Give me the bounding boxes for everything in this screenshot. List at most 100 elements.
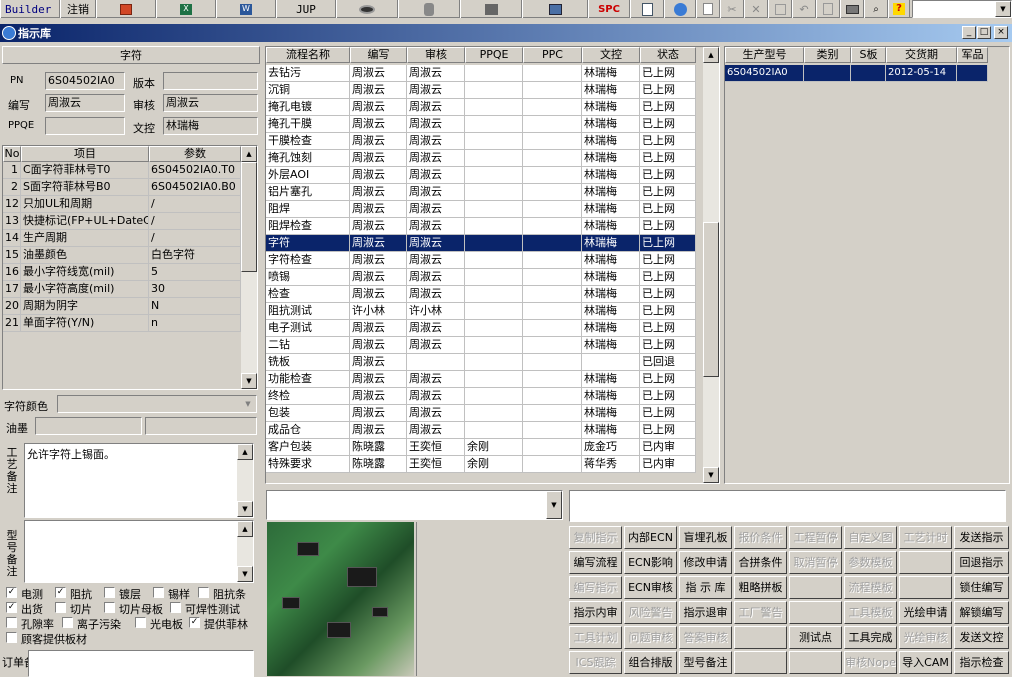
params-cell-no[interactable]: 20 <box>3 298 21 315</box>
scroll-down-icon[interactable]: ▼ <box>241 373 257 389</box>
params-cell-no[interactable]: 1 <box>3 162 21 179</box>
action-button[interactable]: 解锁编写 <box>954 601 1009 624</box>
jup-button[interactable]: JUP <box>276 0 336 18</box>
params-cell-item[interactable]: 只加UL和周期 <box>21 196 149 213</box>
params-cell-no[interactable]: 13 <box>3 213 21 230</box>
action-button[interactable]: 工具计划 <box>569 626 622 649</box>
params-cell-no[interactable]: 15 <box>3 247 21 264</box>
action-button[interactable]: ECN审核 <box>624 576 677 599</box>
action-button[interactable] <box>899 576 952 599</box>
memo-input[interactable] <box>569 490 1006 522</box>
action-button[interactable]: 审核Nope <box>844 651 897 674</box>
action-button[interactable]: 盲埋孔板 <box>679 526 732 549</box>
process-row[interactable]: 检查 周淑云 周淑云 林瑞梅 已上网 <box>266 286 696 303</box>
action-button[interactable]: 回退指示 <box>954 551 1009 574</box>
action-button[interactable] <box>899 551 952 574</box>
scroll-thumb[interactable] <box>241 162 257 272</box>
database-button[interactable] <box>398 0 460 18</box>
save-button[interactable] <box>768 0 792 18</box>
preview-button[interactable] <box>816 0 840 18</box>
action-button[interactable]: 导入CAM <box>899 651 952 674</box>
params-cell-param[interactable]: 30 <box>149 281 241 298</box>
minimize-button[interactable]: _ <box>962 26 976 39</box>
ppqe-field[interactable] <box>45 117 125 135</box>
action-button[interactable] <box>734 626 787 649</box>
scroll-down-icon[interactable]: ▼ <box>237 501 253 517</box>
params-cell-param[interactable]: 6S04502IA0.T0 <box>149 162 241 179</box>
undo-button[interactable]: ↶ <box>792 0 816 18</box>
network-button[interactable] <box>460 0 522 18</box>
action-button[interactable]: 指示内审 <box>569 601 622 624</box>
process-row[interactable]: 掩孔蚀刻 周淑云 周淑云 林瑞梅 已上网 <box>266 150 696 167</box>
action-button[interactable]: 答案审核 <box>679 626 732 649</box>
action-button[interactable]: 复制指示 <box>569 526 622 549</box>
char-color-select[interactable] <box>57 395 257 413</box>
process-row[interactable]: 干膜检查 周淑云 周淑云 林瑞梅 已上网 <box>266 133 696 150</box>
process-row[interactable]: 终检 周淑云 周淑云 林瑞梅 已上网 <box>266 388 696 405</box>
action-button[interactable]: ECN影响 <box>624 551 677 574</box>
action-button[interactable]: 内部ECN <box>624 526 677 549</box>
process-row[interactable]: 包装 周淑云 周淑云 林瑞梅 已上网 <box>266 405 696 422</box>
excel-button[interactable]: X <box>156 0 216 18</box>
params-cell-item[interactable]: 最小字符线宽(mil) <box>21 264 149 281</box>
params-cell-item[interactable]: S面字符菲林号B0 <box>21 179 149 196</box>
spc-button[interactable]: SPC <box>588 0 630 18</box>
checkbox[interactable] <box>198 587 209 598</box>
params-cell-no[interactable]: 21 <box>3 315 21 332</box>
action-button[interactable] <box>789 601 842 624</box>
checkbox[interactable] <box>104 602 115 613</box>
eye-button[interactable] <box>336 0 398 18</box>
checkbox[interactable] <box>6 617 17 628</box>
params-cell-item[interactable]: C面字符菲林号T0 <box>21 162 149 179</box>
cut-button[interactable]: ✂ <box>720 0 744 18</box>
ink-field-1[interactable] <box>35 417 142 435</box>
action-button[interactable]: 参数模板 <box>844 551 897 574</box>
action-button[interactable]: 工具模板 <box>844 601 897 624</box>
order-note-area[interactable] <box>28 650 254 677</box>
action-button[interactable]: 修改申请 <box>679 551 732 574</box>
print-button[interactable] <box>840 0 864 18</box>
close-button[interactable]: × <box>994 26 1008 39</box>
action-button[interactable]: 风险警告 <box>624 601 677 624</box>
process-row[interactable]: 阻抗测试 许小林 许小林 林瑞梅 已上网 <box>266 303 696 320</box>
params-cell-param[interactable]: / <box>149 213 241 230</box>
action-button[interactable]: 指 示 库 <box>679 576 732 599</box>
action-button[interactable]: 型号备注 <box>679 651 732 674</box>
checkbox[interactable] <box>170 602 181 613</box>
word-button[interactable]: W <box>216 0 276 18</box>
toolbar-dropdown[interactable]: ▼ <box>912 0 1012 18</box>
checkbox[interactable] <box>62 617 73 628</box>
process-row[interactable]: 电子测试 周淑云 周淑云 林瑞梅 已上网 <box>266 320 696 337</box>
process-row[interactable]: 功能检查 周淑云 周淑云 林瑞梅 已上网 <box>266 371 696 388</box>
ie-button[interactable] <box>664 0 696 18</box>
process-row[interactable]: 铝片塞孔 周淑云 周淑云 林瑞梅 已上网 <box>266 184 696 201</box>
process-row[interactable]: 成品仓 周淑云 周淑云 林瑞梅 已上网 <box>266 422 696 439</box>
delete-button[interactable]: ✕ <box>744 0 768 18</box>
action-button[interactable]: 指示退审 <box>679 601 732 624</box>
params-cell-no[interactable]: 16 <box>3 264 21 281</box>
checkbox[interactable] <box>55 602 66 613</box>
process-row[interactable]: 沉铜 周淑云 周淑云 林瑞梅 已上网 <box>266 82 696 99</box>
params-cell-param[interactable]: 6S04502IA0.B0 <box>149 179 241 196</box>
action-button[interactable]: 工艺计时 <box>899 526 952 549</box>
process-row[interactable]: 掩孔干膜 周淑云 周淑云 林瑞梅 已上网 <box>266 116 696 133</box>
action-button[interactable]: 光绘申请 <box>899 601 952 624</box>
action-button[interactable]: 工具完成 <box>844 626 897 649</box>
maximize-button[interactable]: □ <box>977 26 991 39</box>
process-row[interactable]: 字符检查 周淑云 周淑云 林瑞梅 已上网 <box>266 252 696 269</box>
action-button[interactable]: 合拼条件 <box>734 551 787 574</box>
scroll-down-icon[interactable]: ▼ <box>237 566 253 582</box>
process-row[interactable]: 阻焊 周淑云 周淑云 林瑞梅 已上网 <box>266 201 696 218</box>
checkbox[interactable]: ✓ <box>6 602 17 613</box>
help-button[interactable]: ? <box>888 0 910 18</box>
action-button[interactable]: 发送文控 <box>954 626 1009 649</box>
find-button[interactable]: ⌕ <box>864 0 888 18</box>
params-cell-item[interactable]: 油墨颜色 <box>21 247 149 264</box>
checkbox[interactable] <box>135 617 146 628</box>
params-cell-param[interactable]: N <box>149 298 241 315</box>
version-field[interactable] <box>163 72 258 90</box>
params-cell-no[interactable]: 17 <box>3 281 21 298</box>
action-button[interactable]: 光绘审核 <box>899 626 952 649</box>
action-button[interactable]: 工程暂停 <box>789 526 842 549</box>
action-button[interactable] <box>789 576 842 599</box>
